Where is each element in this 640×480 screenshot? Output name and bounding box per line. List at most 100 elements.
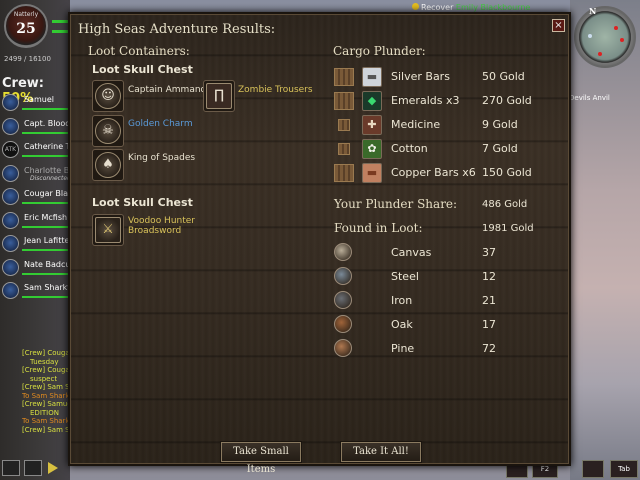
crew-list: Samuel Capt. Blood ATK Catherine Th Charlott… (2, 92, 78, 304)
portrait-icon: ☺ (95, 83, 121, 109)
map-marker-icon (614, 26, 618, 30)
adventure-results-dialog: High Seas Adventure Results: × Loot Cont… (68, 12, 571, 475)
bottom-left-toolbar (0, 456, 70, 480)
crew-status: Disconnected (30, 174, 71, 182)
minimap-ring (574, 6, 636, 68)
crew-portrait-icon (2, 117, 19, 135)
cargo-label: Medicine (391, 118, 441, 131)
attack-badge-icon: ATK (2, 141, 19, 158)
card-icon: ♠ (95, 152, 121, 178)
cargo-gold-value: 50 Gold (482, 70, 525, 83)
loot-item-name: King of Spades (128, 153, 196, 163)
material-amount: 37 (482, 246, 496, 259)
take-it-all-button[interactable]: Take It All! (341, 442, 421, 462)
material-amount: 21 (482, 294, 496, 307)
crew-portrait-icon (2, 188, 19, 205)
crew-row[interactable]: Charlotte Bla Disconnected (2, 163, 76, 187)
crew-name: Samuel (24, 95, 54, 104)
crew-row[interactable]: Jean Lafitte (2, 233, 70, 257)
crew-row[interactable]: Eric Mcfish (2, 210, 70, 234)
cargo-row: ▬ Silver Bars 50 Gold (332, 65, 562, 89)
map-location: Devils Anvil (569, 94, 610, 102)
material-label: Steel (391, 270, 419, 283)
player-marker-icon (588, 34, 592, 38)
material-row: Pine 72 (332, 337, 562, 361)
cargo-gold-value: 150 Gold (482, 166, 532, 179)
cargo-label: Emeralds x3 (391, 94, 460, 107)
loot-item-slot[interactable]: ☺ (92, 80, 124, 112)
loot-item-slot[interactable]: ☠ (92, 115, 124, 147)
crew-row[interactable]: Samuel (2, 92, 70, 116)
plunder-share-value: 486 Gold (482, 199, 528, 210)
loot-item-slot[interactable]: ⚔ (92, 214, 124, 246)
chat-log[interactable]: [Crew] Couga Tuesday [Crew] Couga suspect [C… (22, 349, 70, 434)
player-level: 25 (16, 21, 36, 37)
cotton-icon: ✿ (362, 139, 382, 159)
crate-icon (334, 68, 354, 86)
north-indicator: N (589, 6, 597, 16)
loot-item-slot[interactable]: ♠ (92, 149, 124, 181)
crew-portrait-icon (2, 282, 19, 299)
loot-item-slot[interactable]: ∏ (203, 80, 235, 112)
chat-line: [Crew] Couga (22, 349, 70, 357)
loot-item-name: Voodoo Hunter Broadsword (128, 216, 195, 236)
crew-name: Eric Mcfish (24, 212, 68, 222)
crew-health-bar (22, 249, 70, 251)
steel-icon (334, 267, 352, 285)
crew-row[interactable]: Nate Badcutt (2, 257, 77, 281)
tab-key[interactable]: Tab (610, 460, 638, 478)
crew-row[interactable]: Capt. Blood (2, 116, 70, 140)
crew-health-bar (22, 108, 70, 110)
loot-containers-header: Loot Containers: (88, 44, 190, 58)
crate-icon (334, 92, 354, 110)
emerald-icon: ◆ (362, 91, 382, 111)
map-marker-icon (598, 52, 602, 56)
cargo-label: Cotton (391, 142, 428, 155)
recover-label: Recover (421, 3, 454, 12)
player-level-medallion[interactable]: Natterly 25 (4, 4, 48, 48)
material-label: Oak (391, 318, 413, 331)
chat-line: EDITION (30, 408, 59, 417)
map-marker-icon (620, 38, 624, 42)
player-hud: Natterly 25 2499 / 16100 Crew: 50% Samue… (0, 0, 78, 480)
recover-notice[interactable]: Recover Emily Blackbourne (412, 3, 530, 12)
crew-row[interactable]: Sam Sharkfu (2, 280, 75, 304)
material-row: Canvas 37 (332, 241, 562, 265)
crew-health-bar (22, 296, 70, 298)
skull-icon[interactable] (2, 460, 20, 476)
cargo-gold-value: 270 Gold (482, 94, 532, 107)
material-label: Pine (391, 342, 415, 355)
play-arrow-icon[interactable] (48, 462, 58, 474)
chat-line: [Crew] Samue (22, 400, 70, 408)
take-small-items-button[interactable]: Take Small Items (221, 442, 301, 475)
silver-bars-icon: ▬ (362, 67, 382, 87)
loot-item-name: Zombie Trousers (238, 85, 313, 95)
trousers-icon: ∏ (206, 83, 232, 109)
chat-bubble-icon[interactable] (24, 460, 42, 476)
crate-icon (334, 164, 354, 182)
crew-row[interactable]: Cougar Blade (2, 186, 78, 210)
material-label: Iron (391, 294, 413, 307)
crew-health-bar (22, 131, 70, 134)
crew-portrait-icon (2, 211, 19, 229)
chest-name: Loot Skull Chest (92, 196, 193, 209)
cargo-row: ▬ Copper Bars x6 150 Gold (332, 161, 562, 185)
player-name: Natterly (13, 11, 39, 18)
minimap[interactable]: N Devils Anvil (569, 6, 636, 102)
crew-row[interactable]: ATK Catherine Th (2, 139, 76, 163)
oak-icon (334, 315, 352, 333)
sword-slot-icon[interactable] (582, 460, 604, 478)
crew-health-bar (22, 272, 70, 275)
cargo-row: ◆ Emeralds x3 270 Gold (332, 89, 562, 113)
loot-item-name: Golden Charm (128, 119, 193, 129)
dialog-title: High Seas Adventure Results: (78, 22, 276, 37)
material-amount: 17 (482, 318, 496, 331)
coin-icon (412, 3, 419, 10)
chest-name: Loot Skull Chest (92, 63, 193, 76)
cargo-label: Copper Bars x6 (391, 166, 476, 179)
chat-line: [Crew] Sam S (22, 425, 70, 434)
crew-portrait-icon (2, 164, 19, 182)
crew-name: Jean Lafitte (24, 236, 70, 245)
close-button[interactable]: × (552, 19, 565, 32)
crew-health-bar (22, 202, 70, 204)
